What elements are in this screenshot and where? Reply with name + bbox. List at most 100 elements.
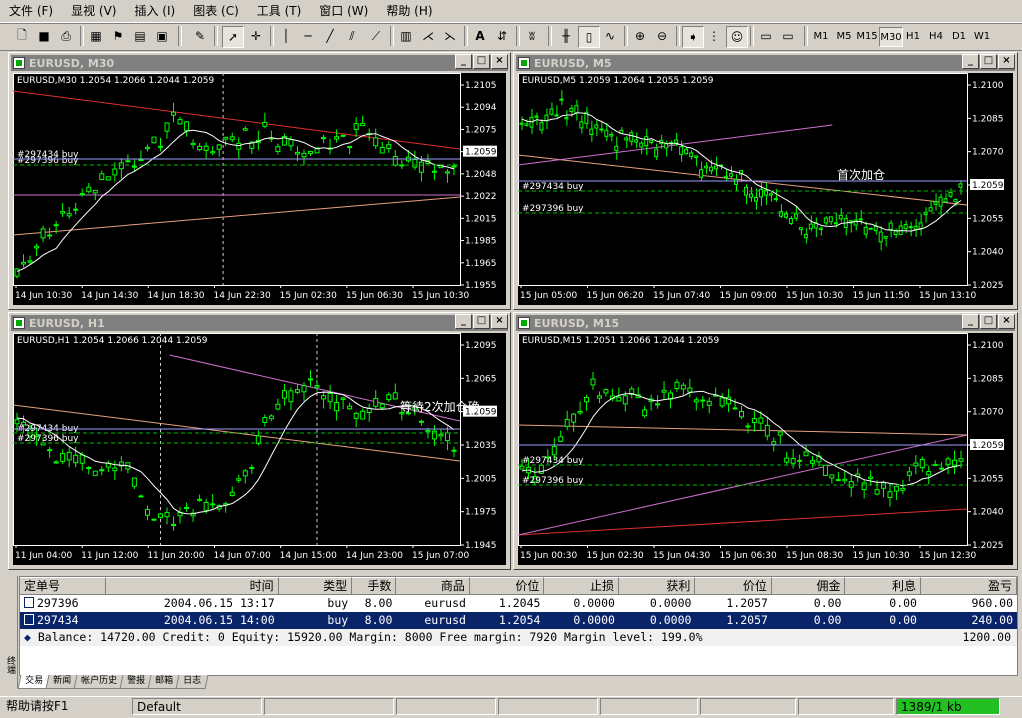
period-icon[interactable]: ʬ — [522, 26, 542, 46]
menu-charts[interactable]: 图表 (C) — [184, 0, 248, 22]
candle-body — [347, 405, 353, 410]
menu-help[interactable]: 帮助 (H) — [377, 0, 441, 22]
table-row[interactable]: 297434 2004.06.15 14:00 buy 8.00 eurusd … — [20, 612, 1017, 629]
chart-svg[interactable]: #297434 buy #297396 buy EURUSD,M5 1.2059 1… — [518, 73, 1013, 305]
price-label: 1.2094 — [465, 103, 497, 113]
chart-canvas[interactable]: #297434 buy #297396 buy EURUSD,M15 1.2051 … — [518, 333, 1013, 565]
terminal-side-handle[interactable]: 终端 — [2, 576, 18, 688]
chart-shift-icon[interactable]: ⋮ — [704, 26, 724, 46]
col-commission[interactable]: 佣金 — [771, 577, 846, 595]
experts-icon[interactable]: ☺ — [726, 26, 748, 48]
candle-body — [203, 501, 209, 511]
col-current-price[interactable]: 价位 — [695, 577, 772, 595]
timeframe-m15[interactable]: M15 — [856, 27, 878, 45]
minimize-button[interactable]: _ — [962, 54, 979, 69]
menu-view[interactable]: 显视 (V) — [62, 0, 125, 22]
line-chart-icon[interactable]: ∿ — [600, 26, 620, 46]
chart-canvas[interactable]: #297434 buy #297396 buy EURUSD,M5 1.2059 1… — [518, 73, 1013, 305]
timeframe-m30[interactable]: M30 — [879, 27, 903, 47]
price-label: 1.2055 — [972, 214, 1004, 224]
chart-titlebar[interactable]: EURUSD, M30 — [11, 55, 508, 71]
candle-body — [706, 400, 712, 406]
menu-insert[interactable]: 插入 (I) — [125, 0, 184, 22]
chart-svg[interactable]: #297434 buy#297396 buyEURUSD,H1 1.2054 1… — [13, 333, 506, 565]
col-profit[interactable]: 盈亏 — [920, 577, 1018, 595]
menu-window[interactable]: 窗口 (W) — [310, 0, 377, 22]
minimize-button[interactable]: _ — [455, 314, 472, 329]
col-type[interactable]: 类型 — [278, 577, 353, 595]
menu-file[interactable]: 文件 (F) — [0, 0, 62, 22]
timeframe-h1[interactable]: H1 — [902, 27, 924, 45]
candle-chart-icon[interactable]: ▯ — [578, 26, 600, 48]
chart-titlebar[interactable]: EURUSD, H1 — [11, 315, 508, 331]
toolbar: 🗋 ■ ⎙ ▦ ⚑ ▤ ▣ ✎ ➚ ✛ │ ─ ╱ ⫽ ⟋ ▥ ⋌ ⋋ A ⇵ … — [0, 23, 1022, 51]
close-button[interactable]: × — [491, 314, 508, 329]
maximize-button[interactable]: □ — [980, 54, 997, 69]
chart-canvas[interactable]: #297434 buy #297396 buy EURUSD,H1 1.2054 1… — [13, 333, 506, 565]
save-icon[interactable]: ■ — [34, 26, 54, 46]
maximize-button[interactable]: □ — [980, 314, 997, 329]
zoom-in-icon[interactable]: ⊕ — [630, 26, 650, 46]
chart-canvas[interactable]: #297434 buy #297396 buy EURUSD,M30 1.2054 … — [13, 73, 506, 305]
col-price[interactable]: 价位 — [469, 577, 545, 595]
auto-scroll-icon[interactable]: ➧ — [682, 26, 704, 48]
minimize-button[interactable]: _ — [962, 314, 979, 329]
close-button[interactable]: × — [998, 314, 1015, 329]
col-order[interactable]: 定单号 — [20, 577, 107, 595]
chart-window-m15[interactable]: EURUSD, M15 _ □ × #297434 buy #297396 buy EU… — [513, 312, 1018, 570]
text-icon[interactable]: A — [470, 26, 490, 46]
timeframe-m1[interactable]: M1 — [810, 27, 832, 45]
fan-icon[interactable]: ⋌ — [418, 26, 438, 46]
maximize-button[interactable]: □ — [473, 54, 490, 69]
menu-tools[interactable]: 工具 (T) — [248, 0, 311, 22]
arc-icon[interactable]: ⋋ — [440, 26, 460, 46]
candle-body — [788, 217, 793, 224]
close-button[interactable]: × — [998, 54, 1015, 69]
channel-icon[interactable]: ⫽ — [342, 26, 362, 46]
timeframe-w1[interactable]: W1 — [971, 27, 993, 45]
tester-icon[interactable]: ▣ — [152, 26, 172, 46]
price-label: 1.2048 — [465, 170, 497, 180]
close-button[interactable]: × — [491, 54, 508, 69]
horizontal-line-icon[interactable]: ─ — [298, 26, 318, 46]
print-icon[interactable]: ⎙ — [56, 26, 76, 46]
chart-window-icon[interactable]: ▭ — [756, 26, 776, 46]
timeframe-m5[interactable]: M5 — [833, 27, 855, 45]
col-stoploss[interactable]: 止损 — [544, 577, 619, 595]
navigator-icon[interactable]: ⚑ — [108, 26, 128, 46]
crosshair-icon[interactable]: ✛ — [246, 26, 266, 46]
arrows-icon[interactable]: ⇵ — [492, 26, 512, 46]
new-file-icon[interactable]: 🗋 — [12, 26, 32, 46]
trendline-icon[interactable]: ╱ — [320, 26, 340, 46]
chart-window-2-icon[interactable]: ▭ — [778, 26, 798, 46]
chart-svg[interactable]: #297434 buy #297396 buy EURUSD,M15 1.2051 … — [518, 333, 1013, 565]
expert-advisor-icon[interactable]: ✎ — [190, 26, 210, 46]
tab-account-history[interactable]: 帐户历史 — [73, 675, 125, 689]
market-watch-icon[interactable]: ▦ — [86, 26, 106, 46]
timeframe-h4[interactable]: H4 — [925, 27, 947, 45]
table-row[interactable]: 297396 2004.06.15 13:17 buy 8.00 eurusd … — [20, 595, 1017, 612]
timeframe-d1[interactable]: D1 — [948, 27, 970, 45]
terminal-icon[interactable]: ▤ — [130, 26, 150, 46]
minimize-button[interactable]: _ — [455, 54, 472, 69]
chart-svg[interactable]: #297434 buy#297396 buyEURUSD,M30 1.2054 … — [13, 73, 506, 305]
chart-titlebar[interactable]: EURUSD, M5 — [516, 55, 1015, 71]
chart-window-m30[interactable]: EURUSD, M30 _ □ × #297434 buy #297396 buy EU… — [8, 52, 511, 310]
col-time[interactable]: 时间 — [106, 577, 279, 595]
chart-window-h1[interactable]: EURUSD, H1 _ □ × #297434 buy #297396 buy EUR… — [8, 312, 511, 570]
col-takeprofit[interactable]: 获利 — [618, 577, 696, 595]
cursor-icon[interactable]: ➚ — [222, 26, 244, 48]
chart-titlebar[interactable]: EURUSD, M15 — [516, 315, 1015, 331]
candle-body — [878, 231, 883, 243]
col-lots[interactable]: 手数 — [352, 577, 397, 595]
zoom-out-icon[interactable]: ⊖ — [652, 26, 672, 46]
bar-chart-icon[interactable]: ╫ — [556, 26, 576, 46]
tab-journal[interactable]: 日志 — [175, 675, 209, 689]
fibo-icon[interactable]: ▥ — [396, 26, 416, 46]
maximize-button[interactable]: □ — [473, 314, 490, 329]
gann-icon[interactable]: ⟋ — [366, 26, 386, 46]
chart-window-m5[interactable]: EURUSD, M5 _ □ × #297434 buy #297396 buy EUR… — [513, 52, 1018, 310]
col-symbol[interactable]: 商品 — [396, 577, 470, 595]
col-swap[interactable]: 利息 — [845, 577, 921, 595]
vertical-line-icon[interactable]: │ — [276, 26, 296, 46]
